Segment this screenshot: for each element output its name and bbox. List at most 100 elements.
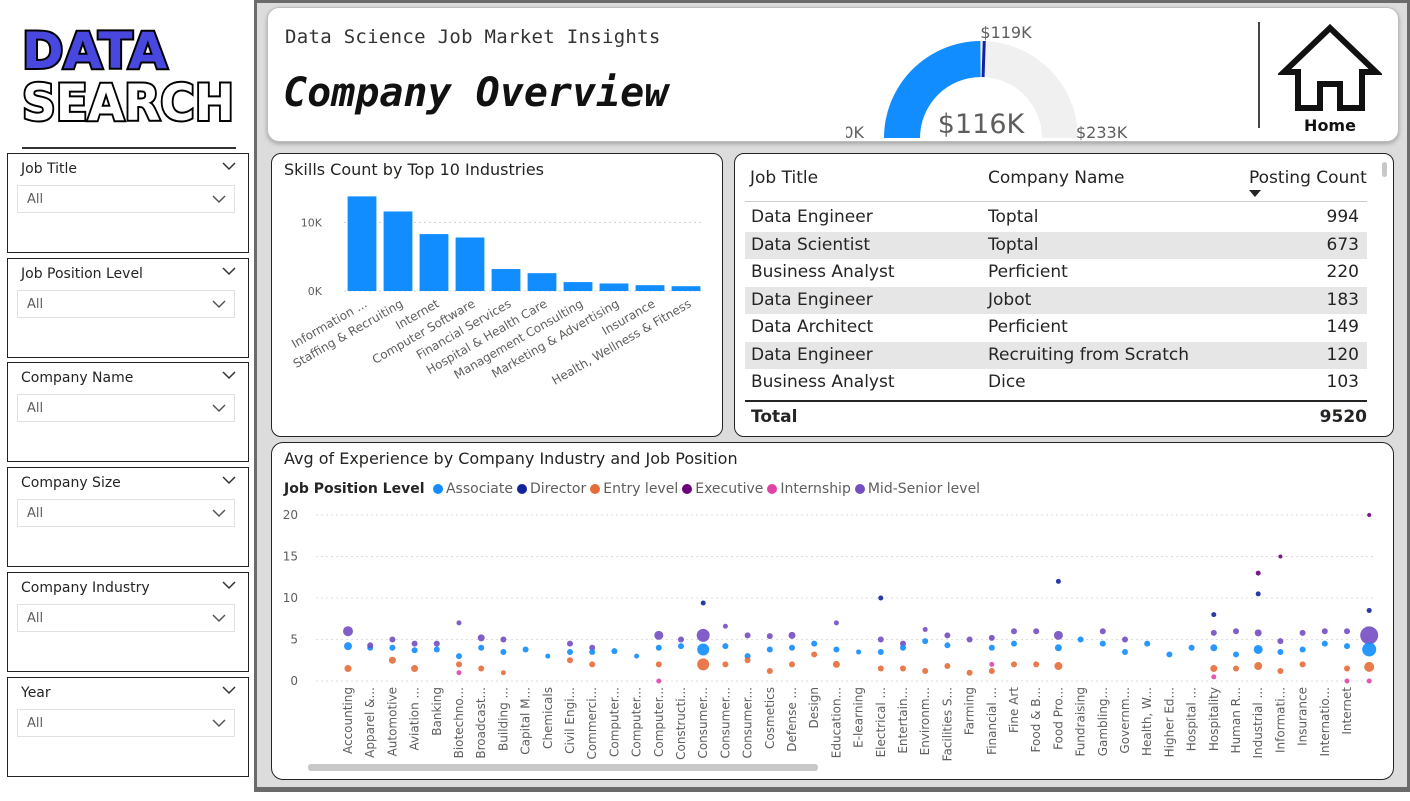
bar[interactable] <box>599 283 629 291</box>
data-point[interactable] <box>1255 570 1261 576</box>
table-row[interactable]: Data Engineer Toptal 994 <box>745 204 1367 231</box>
data-point[interactable] <box>1211 612 1217 618</box>
data-point[interactable] <box>744 657 751 664</box>
chevron-down-icon[interactable] <box>222 266 236 276</box>
data-point[interactable] <box>589 661 596 668</box>
data-point[interactable] <box>744 632 751 639</box>
data-point[interactable] <box>1277 668 1284 675</box>
data-point[interactable] <box>697 658 710 671</box>
data-point[interactable] <box>655 644 662 651</box>
table-row[interactable]: Business Analyst Dice 103 <box>745 369 1367 396</box>
data-point[interactable] <box>789 644 795 651</box>
data-point[interactable] <box>1188 644 1195 651</box>
data-point[interactable] <box>856 649 862 655</box>
data-point[interactable] <box>877 636 884 643</box>
data-point[interactable] <box>722 623 728 629</box>
data-point[interactable] <box>877 665 884 672</box>
data-point[interactable] <box>367 642 374 649</box>
table-row[interactable]: Data Engineer Jobot 183 <box>745 286 1367 314</box>
chevron-down-icon[interactable] <box>222 685 236 695</box>
data-point[interactable] <box>478 665 485 672</box>
legend-item[interactable]: Internship <box>767 481 851 497</box>
data-point[interactable] <box>567 640 573 647</box>
slicer-dropdown[interactable]: All <box>17 499 235 527</box>
legend-item[interactable]: Mid-Senior level <box>854 481 980 497</box>
data-point[interactable] <box>456 661 462 668</box>
data-point[interactable] <box>989 661 995 667</box>
data-point[interactable] <box>1011 628 1017 635</box>
data-point[interactable] <box>634 653 640 659</box>
data-point[interactable] <box>1253 644 1263 654</box>
col-header-posting-count[interactable]: Posting Count <box>1249 168 1367 188</box>
data-point[interactable] <box>833 620 839 626</box>
data-point[interactable] <box>1254 629 1262 637</box>
data-point[interactable] <box>1053 630 1063 640</box>
data-point[interactable] <box>1122 648 1128 655</box>
table-row[interactable]: Business Analyst Perficient 220 <box>745 259 1367 286</box>
data-point[interactable] <box>966 636 973 643</box>
slicer-dropdown[interactable]: All <box>17 604 235 632</box>
data-point[interactable] <box>389 636 396 643</box>
data-point[interactable] <box>611 648 618 655</box>
slicer-dropdown[interactable]: All <box>17 709 235 737</box>
legend-item[interactable]: Executive <box>682 481 763 497</box>
data-point[interactable] <box>1366 607 1372 613</box>
data-point[interactable] <box>500 636 507 643</box>
data-point[interactable] <box>1210 644 1218 652</box>
data-point[interactable] <box>1278 554 1283 559</box>
data-point[interactable] <box>944 663 951 670</box>
data-point[interactable] <box>1144 640 1151 647</box>
bar[interactable] <box>563 282 593 291</box>
data-point[interactable] <box>1344 678 1350 684</box>
data-point[interactable] <box>567 657 573 664</box>
data-point[interactable] <box>1233 665 1239 672</box>
data-point[interactable] <box>1344 643 1350 650</box>
data-point[interactable] <box>1360 626 1379 645</box>
data-point[interactable] <box>433 640 440 647</box>
data-point[interactable] <box>567 648 573 655</box>
data-point[interactable] <box>1011 640 1017 647</box>
data-point[interactable] <box>766 668 773 675</box>
bar[interactable] <box>419 234 449 291</box>
data-point[interactable] <box>1122 636 1128 643</box>
chevron-down-icon[interactable] <box>222 475 236 485</box>
slicer-dropdown[interactable]: All <box>17 394 235 422</box>
data-point[interactable] <box>389 644 396 651</box>
data-point[interactable] <box>1321 628 1328 635</box>
data-point[interactable] <box>343 626 353 637</box>
col-header-company-name[interactable]: Company Name <box>988 168 1124 188</box>
data-point[interactable] <box>988 644 995 651</box>
data-point[interactable] <box>1099 628 1106 635</box>
data-point[interactable] <box>1299 629 1306 636</box>
bar[interactable] <box>455 237 485 291</box>
data-point[interactable] <box>1366 678 1372 684</box>
legend-item[interactable]: Entry level <box>590 481 678 497</box>
data-point[interactable] <box>456 620 462 626</box>
data-point[interactable] <box>1255 591 1261 597</box>
data-point[interactable] <box>1233 651 1239 658</box>
data-point[interactable] <box>900 644 906 651</box>
data-point[interactable] <box>589 648 596 655</box>
data-point[interactable] <box>1210 629 1217 636</box>
slicer-dropdown[interactable]: All <box>17 290 235 318</box>
data-point[interactable] <box>411 665 419 673</box>
data-point[interactable] <box>1321 640 1328 647</box>
bar[interactable] <box>491 269 521 291</box>
data-point[interactable] <box>678 643 684 650</box>
data-point[interactable] <box>944 642 951 649</box>
data-point[interactable] <box>1277 648 1284 655</box>
data-point[interactable] <box>1233 628 1239 635</box>
data-point[interactable] <box>1254 662 1263 671</box>
data-point[interactable] <box>522 646 529 653</box>
data-point[interactable] <box>988 634 995 641</box>
data-point[interactable] <box>811 651 818 658</box>
data-point[interactable] <box>1277 638 1284 645</box>
data-point[interactable] <box>833 646 840 653</box>
data-point[interactable] <box>1054 662 1063 671</box>
data-point[interactable] <box>1077 636 1084 643</box>
chevron-down-icon[interactable] <box>222 161 236 171</box>
data-point[interactable] <box>1166 651 1173 658</box>
data-point[interactable] <box>878 595 884 601</box>
data-point[interactable] <box>988 668 995 675</box>
data-point[interactable] <box>456 653 462 660</box>
